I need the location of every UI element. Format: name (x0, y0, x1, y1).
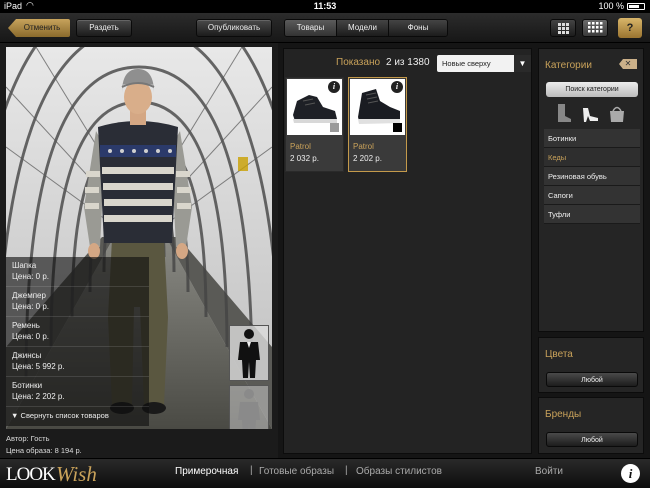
category-item[interactable]: Ботинки (544, 129, 640, 148)
outfit-item[interactable]: Джинсы Цена: 5 992 р. (6, 347, 149, 377)
outfit-footer: Автор: Гость Цена образа: 8 194 р. (6, 433, 82, 457)
triangle-down-icon: ▼ (514, 55, 531, 72)
color-swatch (330, 123, 339, 132)
category-item[interactable]: Туфли (544, 205, 640, 224)
outfit-item-name: Ремень (12, 321, 40, 330)
nav-ready-looks[interactable]: Готовые образы (259, 466, 334, 477)
catalog-tabs: Товары Модели Фоны (284, 19, 448, 37)
shown-label: Показано (336, 57, 381, 68)
product-catalog: Показано 2 из 1380 Новые сверху ▼ i Patr… (283, 48, 532, 454)
outfit-item-price: Цена: 0 р. (12, 332, 50, 341)
outfit-item-name: Джемпер (12, 291, 46, 300)
catalog-header: Показано 2 из 1380 Новые сверху ▼ (284, 52, 533, 72)
outfit-item-list: Шапка Цена: 0 р. Джемпер Цена: 0 р. Реме… (6, 257, 149, 426)
outfit-item-price: Цена: 0 р. (12, 302, 50, 311)
fitting-room-panel: Отменить Раздеть Опубликовать Шапка Цена… (0, 13, 278, 458)
shown-count: 2 из 1380 (386, 57, 430, 68)
collapse-item-list-toggle[interactable]: ▼ Свернуть список товаров (6, 407, 149, 426)
close-icon[interactable]: ✕ (619, 59, 637, 69)
grid-small-button[interactable] (550, 19, 576, 37)
battery-icon (627, 3, 645, 10)
outfit-item[interactable]: Джемпер Цена: 0 р. (6, 287, 149, 317)
product-price: 2 202 р. (353, 154, 382, 163)
tab-backgrounds[interactable]: Фоны (389, 20, 447, 36)
color-swatch (393, 123, 402, 132)
grid-large-button[interactable] (582, 19, 608, 37)
outfit-item-name: Ботинки (12, 381, 43, 390)
category-item[interactable]: Сапоги (544, 186, 640, 205)
cancel-button[interactable]: Отменить (8, 19, 70, 37)
nav-separator: | (345, 465, 348, 476)
outfit-item-price: Цена: 0 р. (12, 272, 50, 281)
outfit-item-price: Цена: 5 992 р. (12, 362, 65, 371)
outfit-item-price: Цена: 2 202 р. (12, 392, 65, 401)
outfit-item-name: Шапка (12, 261, 37, 270)
outfit-item[interactable]: Ботинки Цена: 2 202 р. (6, 377, 149, 407)
sort-select[interactable]: Новые сверху ▼ (437, 55, 531, 72)
brands-any-button[interactable]: Любой (546, 432, 638, 447)
question-mark-icon: ? (626, 22, 634, 34)
logo-look: LOOK (6, 464, 56, 485)
outfit-item[interactable]: Шапка Цена: 0 р. (6, 257, 149, 287)
info-icon[interactable]: i (391, 81, 403, 93)
author-label: Автор: Гость (6, 434, 50, 443)
brands-panel: Бренды Любой (538, 397, 644, 454)
brands-title: Бренды (545, 409, 582, 420)
nav-login[interactable]: Войти (535, 466, 563, 477)
nav-fitting-room[interactable]: Примерочная (175, 466, 238, 477)
category-item-selected[interactable]: Кеды (544, 148, 640, 167)
clock: 11:53 (313, 1, 337, 11)
category-item[interactable]: Резиновая обувь (544, 167, 640, 186)
tab-models[interactable]: Модели (337, 20, 389, 36)
silhouette-suit-icon (238, 329, 260, 378)
left-toolbar: Отменить Раздеть Опубликовать (0, 13, 278, 43)
categories-title: Категории (545, 60, 592, 71)
pose-thumbnail-default[interactable] (229, 385, 269, 429)
heel-category-icon[interactable] (580, 102, 600, 124)
tab-products[interactable]: Товары (285, 20, 337, 36)
bottom-navigation: LOOK Wish Примерочная | Готовые образы |… (0, 458, 650, 488)
triangle-down-icon: ▼ (11, 411, 19, 420)
sort-value: Новые сверху (442, 59, 491, 68)
battery-percent: 100 % (598, 1, 624, 11)
logo-wish: Wish (56, 462, 97, 486)
product-price: 2 032 р. (290, 154, 319, 163)
silhouette-person-icon (238, 389, 260, 429)
publish-button[interactable]: Опубликовать (196, 19, 272, 37)
grid-3x3-icon (558, 23, 569, 34)
outfit-item[interactable]: Ремень Цена: 0 р. (6, 317, 149, 347)
boot-category-icon[interactable] (553, 102, 573, 124)
model-preview[interactable]: Шапка Цена: 0 р. Джемпер Цена: 0 р. Реме… (6, 47, 272, 429)
app-root: iPad ◠ 11:53 100 % Отменить Раздеть Опуб… (0, 0, 650, 488)
category-list: Ботинки Кеды Резиновая обувь Сапоги Туфл… (544, 129, 640, 224)
outfit-item-name: Джинсы (12, 351, 42, 360)
search-category-button[interactable]: Поиск категории (546, 82, 638, 97)
bag-category-icon[interactable] (607, 102, 627, 124)
collapse-label: Свернуть список товаров (20, 411, 109, 420)
nav-stylist-looks[interactable]: Образы стилистов (356, 466, 442, 477)
pose-thumbnail-suit[interactable] (229, 325, 269, 381)
nav-separator: | (250, 465, 253, 476)
product-brand: Patrol (290, 142, 311, 151)
colors-title: Цвета (545, 349, 573, 360)
help-button[interactable]: ? (618, 18, 642, 38)
outfit-total-price: Цена образа: 8 194 р. (6, 446, 82, 455)
undress-button[interactable]: Раздеть (76, 19, 132, 37)
product-image: i (287, 79, 342, 135)
info-icon[interactable]: i (621, 464, 640, 483)
product-card-selected[interactable]: i Patrol 2 202 р. (348, 77, 407, 172)
colors-any-button[interactable]: Любой (546, 372, 638, 387)
status-bar: iPad ◠ 11:53 100 % (0, 0, 650, 13)
categories-panel: Категории ✕ Поиск категории Ботинки Кеды… (538, 48, 644, 332)
catalog-toolbar: Товары Модели Фоны ? (278, 13, 650, 43)
product-image: i (350, 79, 405, 135)
grid-4x4-icon (588, 22, 603, 33)
colors-panel: Цвета Любой (538, 337, 644, 393)
info-icon[interactable]: i (328, 81, 340, 93)
product-card[interactable]: i Patrol 2 032 р. (285, 77, 344, 172)
product-brand: Patrol (353, 142, 374, 151)
